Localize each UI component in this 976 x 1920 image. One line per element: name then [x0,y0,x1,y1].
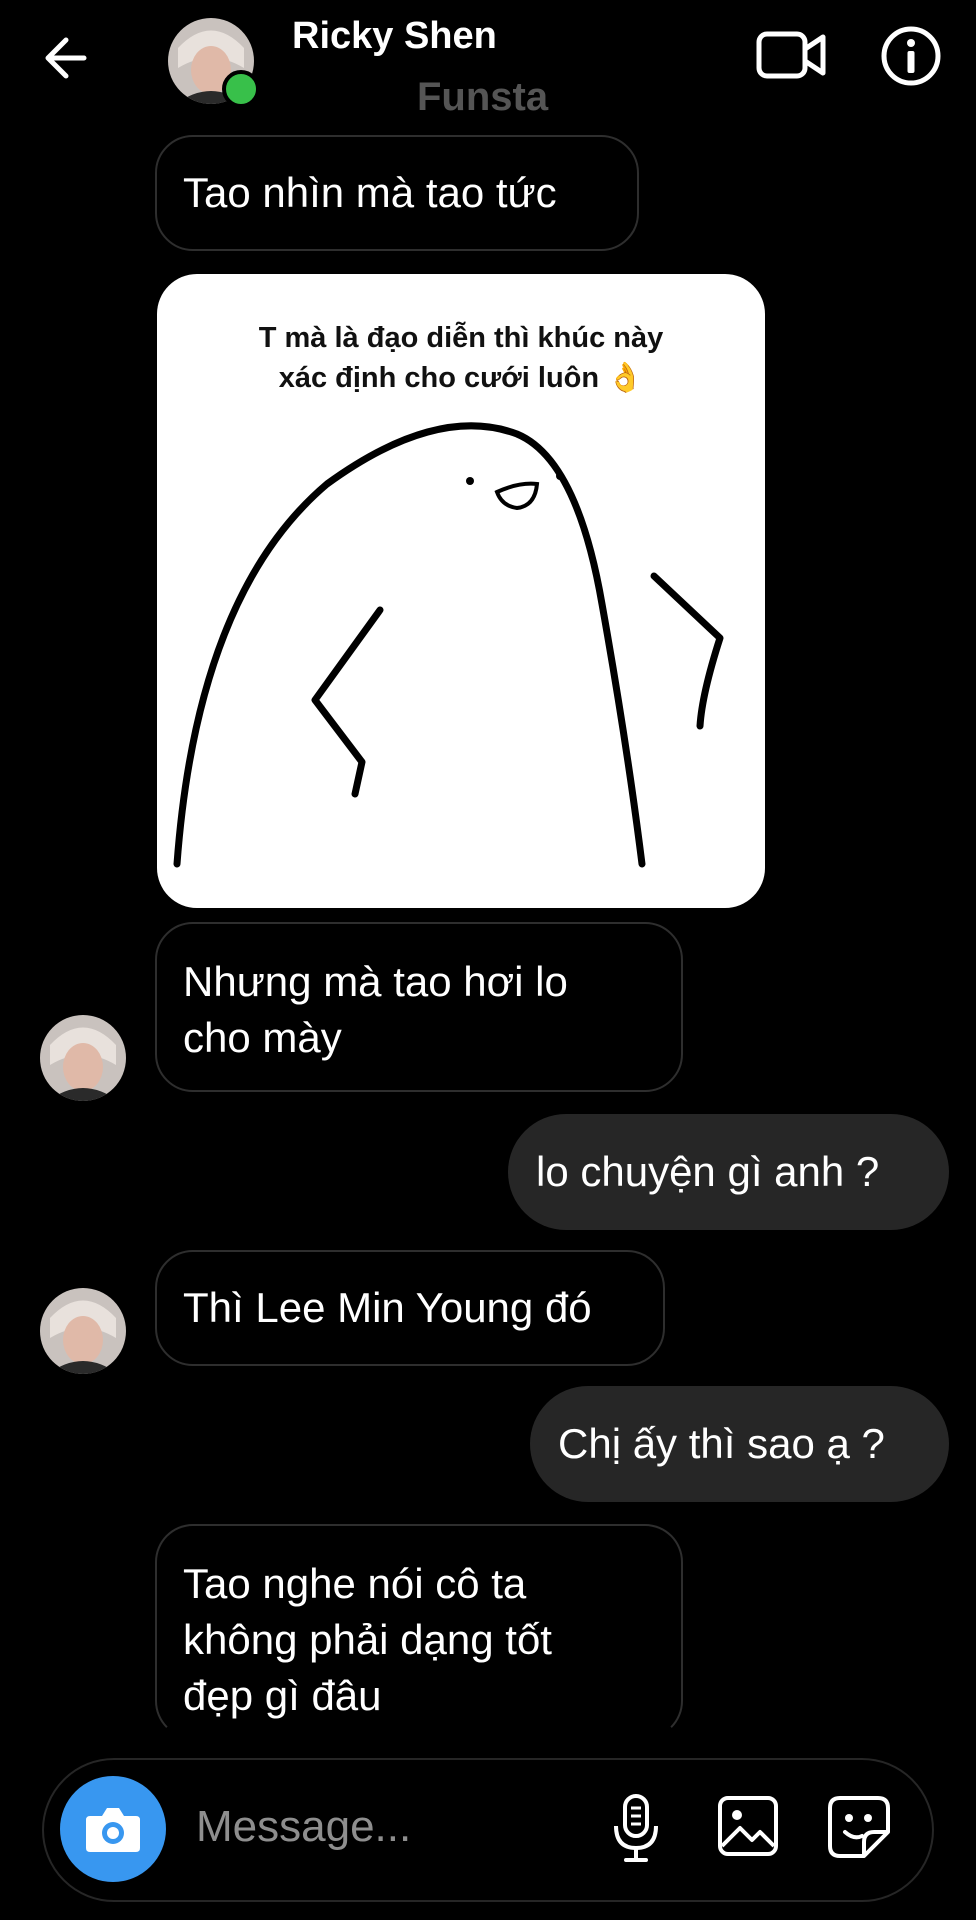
gallery-icon[interactable] [716,1794,780,1858]
sticker-image[interactable]: T mà là đạo diễn thì khúc này xác định c… [157,274,765,908]
message-input[interactable]: Message... [196,1802,411,1852]
message-bubble-incoming[interactable]: Thì Lee Min Young đó [155,1250,665,1366]
message-bubble-incoming[interactable]: Tao nhìn mà tao tức [155,135,639,251]
camera-icon [86,1808,140,1852]
message-composer [42,1758,934,1902]
microphone-icon[interactable] [604,1792,668,1864]
message-bubble-incoming[interactable]: Nhưng mà tao hơi lo cho mày [155,922,683,1092]
message-text: Tao nghe nói cô ta [183,1560,527,1607]
contact-name[interactable]: Ricky Shen [292,15,497,58]
message-text: không phải dạng tốt [183,1616,552,1663]
message-text: Tao nhìn mà tao tức [183,169,557,216]
blob-character-drawing [173,422,724,868]
back-arrow-icon[interactable] [38,28,98,88]
sender-avatar[interactable] [40,1288,126,1374]
message-text: lo chuyện gì anh ? [536,1148,880,1195]
chat-header: Ricky Shen Funsta [0,0,976,135]
message-bubble-incoming[interactable]: Tao nghe nói cô ta không phải dạng tốt đ… [155,1524,683,1739]
online-status-badge [222,70,260,108]
info-icon[interactable] [880,25,942,87]
message-bubble-outgoing[interactable]: lo chuyện gì anh ? [508,1114,949,1230]
message-text: cho mày [183,1014,342,1061]
sender-avatar[interactable] [40,1015,126,1101]
message-text: đẹp gì đâu [183,1672,382,1719]
contact-subtitle: Funsta [417,75,549,119]
message-text: Chị ấy thì sao ạ ? [558,1420,885,1467]
sticker-icon[interactable] [826,1794,892,1860]
message-text: Thì Lee Min Young đó [183,1284,592,1331]
camera-button[interactable] [60,1776,166,1882]
message-bubble-outgoing[interactable]: Chị ấy thì sao ạ ? [530,1386,949,1502]
video-call-icon[interactable] [755,25,827,85]
message-text: Nhưng mà tao hơi lo [183,958,568,1005]
